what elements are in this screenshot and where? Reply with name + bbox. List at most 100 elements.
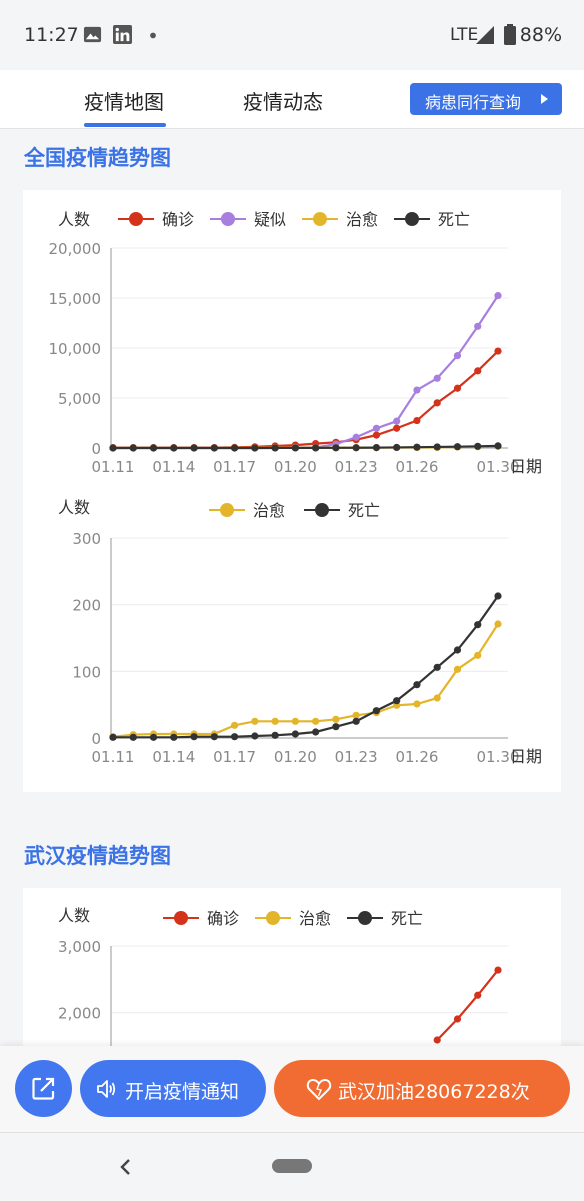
active-tab-indicator (84, 123, 166, 127)
legend-marker (313, 212, 327, 226)
y-tick-label: 300 (72, 530, 101, 548)
data-point (393, 697, 401, 705)
tab-epidemic-map[interactable]: 疫情地图 (84, 86, 164, 115)
data-point (332, 723, 340, 731)
legend-marker (315, 503, 329, 517)
data-point (413, 386, 421, 394)
data-point (372, 707, 381, 715)
wuhan-cheer-button[interactable]: 武汉加油28067228次 (274, 1060, 570, 1117)
y-axis-label: 人数 (58, 498, 90, 517)
data-point (291, 730, 299, 738)
legend-marker (221, 212, 235, 226)
series-line (113, 350, 499, 449)
data-point (109, 733, 117, 741)
tab-epidemic-news[interactable]: 疫情动态 (243, 86, 323, 115)
national-cured-death-chart: 人数 治愈 死亡 0 100 200 300 01.11 01.14 01.17 01.20 01.2… (58, 498, 542, 766)
share-button[interactable] (15, 1060, 72, 1117)
data-point (474, 651, 482, 659)
data-point (393, 424, 401, 432)
data-point (393, 417, 401, 425)
data-point (170, 444, 178, 452)
y-tick-label: 100 (72, 663, 101, 681)
data-point (494, 592, 502, 600)
y-tick-label: 5,000 (58, 390, 101, 408)
wuhan-charts-card: 人数 确诊 治愈 死亡 2,000 3,000 (23, 888, 561, 1046)
data-point (109, 444, 117, 452)
home-pill[interactable] (272, 1159, 312, 1173)
back-icon[interactable] (118, 1157, 132, 1177)
data-point (453, 384, 462, 392)
x-axis-label: 日期 (510, 747, 542, 766)
fellow-traveler-query-button[interactable]: 病患同行查询 (410, 83, 562, 115)
legend-label: 治愈 (346, 210, 378, 229)
data-point (372, 443, 381, 452)
data-point (352, 433, 360, 441)
legend-label: 疑似 (254, 210, 286, 229)
data-point (149, 444, 158, 452)
x-tick-label: 01.14 (152, 748, 195, 766)
legend-marker (174, 911, 188, 925)
data-point (393, 443, 401, 452)
data-point (453, 352, 462, 360)
caret-right-icon (541, 94, 548, 104)
data-point (433, 374, 441, 382)
series-line (112, 623, 499, 738)
legend-marker (129, 212, 143, 226)
data-point (474, 442, 482, 450)
x-tick-label: 01.26 (395, 748, 438, 766)
data-point (474, 322, 482, 330)
data-point (352, 444, 360, 452)
x-tick-label: 01.20 (274, 458, 317, 476)
y-tick-label: 20,000 (49, 240, 102, 258)
x-tick-label: 01.14 (152, 458, 195, 476)
data-point (474, 621, 482, 629)
data-point (494, 620, 502, 628)
data-point (413, 681, 421, 689)
data-point (433, 663, 441, 671)
wuhan-trend-title: 武汉疫情趋势图 (24, 844, 171, 868)
data-point (230, 733, 239, 741)
legend-marker (266, 911, 280, 925)
legend-label: 死亡 (391, 909, 423, 928)
data-point (312, 717, 320, 725)
y-axis-label: 人数 (58, 906, 90, 925)
battery-icon (504, 24, 516, 45)
data-point (494, 966, 502, 974)
data-point (230, 444, 239, 452)
signal-icon (476, 26, 494, 44)
data-point (372, 424, 381, 432)
y-tick-label: 2,000 (58, 1005, 101, 1023)
legend-label: 确诊 (162, 210, 194, 229)
status-time: 11:27 (24, 24, 79, 46)
data-point (210, 444, 218, 452)
data-point (474, 367, 482, 375)
data-point (190, 733, 198, 741)
data-point (271, 444, 279, 452)
legend-label: 确诊 (207, 909, 239, 928)
y-tick-label: 15,000 (49, 290, 102, 308)
series-line (113, 295, 499, 450)
y-tick-label: 0 (91, 440, 101, 458)
legend-marker (358, 911, 372, 925)
x-tick-label: 01.23 (335, 748, 378, 766)
data-point (251, 444, 259, 452)
y-tick-label: 10,000 (49, 340, 102, 358)
data-point (433, 443, 441, 451)
data-point (332, 715, 340, 723)
enable-notification-button[interactable]: 开启疫情通知 (80, 1060, 266, 1117)
network-type: LTE (450, 25, 479, 45)
data-point (129, 733, 137, 741)
legend-label: 治愈 (299, 909, 331, 928)
data-point (149, 733, 158, 741)
data-point (271, 717, 279, 725)
data-point (453, 1015, 462, 1023)
data-point (494, 442, 502, 450)
data-point (413, 416, 421, 425)
image-icon (83, 26, 102, 43)
data-point (230, 721, 239, 729)
data-point (453, 646, 462, 654)
data-point (453, 443, 462, 451)
data-point (129, 444, 137, 452)
y-axis-label: 人数 (58, 210, 90, 229)
y-tick-label: 3,000 (58, 938, 101, 956)
